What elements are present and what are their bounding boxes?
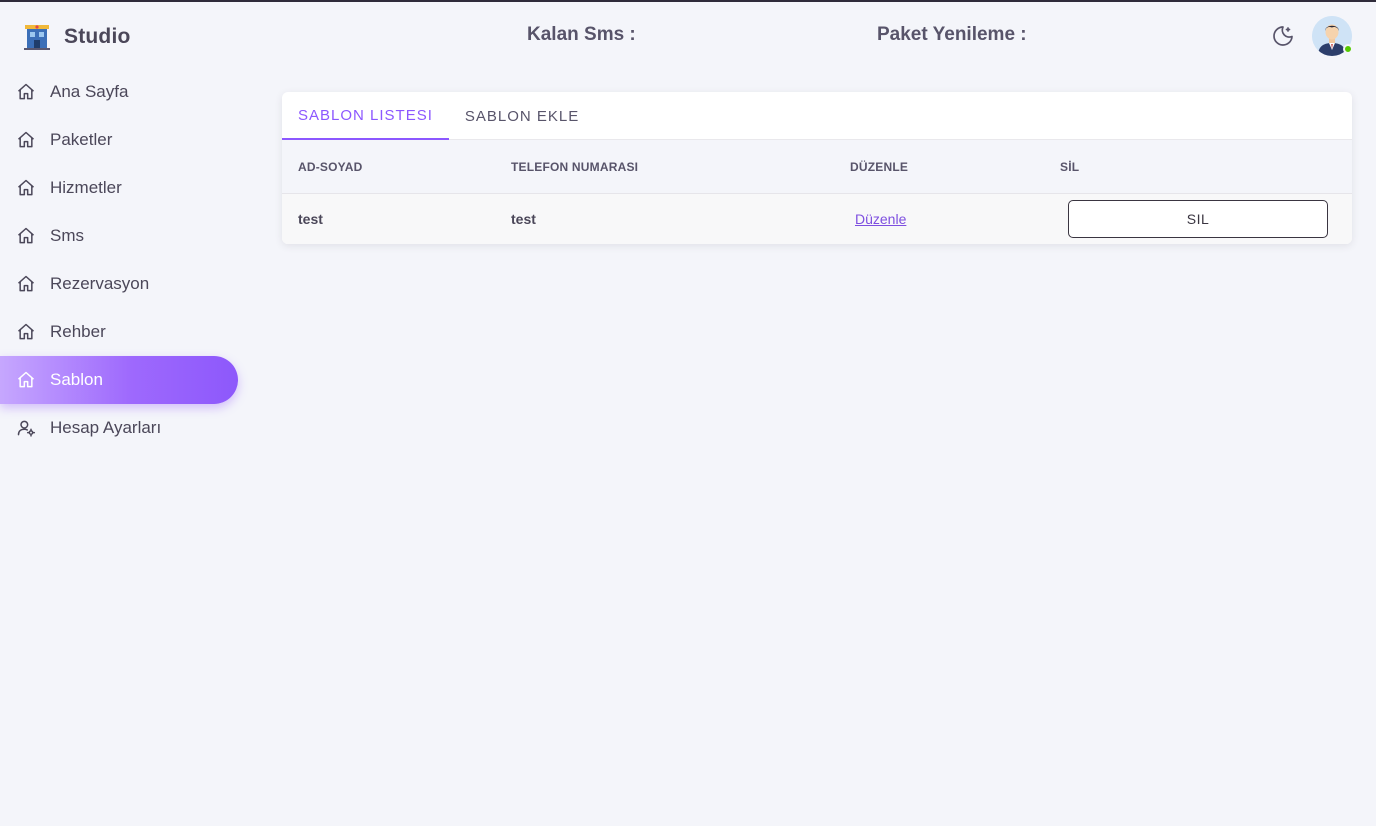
brand[interactable]: Studio — [22, 22, 131, 52]
home-icon — [16, 82, 36, 102]
home-icon — [16, 322, 36, 342]
home-icon — [16, 274, 36, 294]
column-header-name: AD-SOYAD — [298, 160, 363, 174]
table-header: AD-SOYAD TELEFON NUMARASI DÜZENLE SİL — [282, 140, 1352, 194]
sidebar-item-sablon[interactable]: Sablon — [0, 356, 238, 404]
brand-name: Studio — [64, 25, 131, 48]
remaining-sms-label: Kalan Sms : — [527, 24, 636, 45]
template-card: SABLON LISTESI SABLON EKLE AD-SOYAD TELE… — [282, 92, 1352, 244]
sidebar-item-label: Paketler — [50, 130, 113, 149]
table-row: test test Düzenle SIL — [282, 194, 1352, 244]
sidebar-item-sms[interactable]: Sms — [0, 212, 238, 260]
package-renewal-label: Paket Yenileme : — [877, 24, 1027, 45]
sidebar-item-label: Ana Sayfa — [50, 82, 129, 101]
sidebar-item-label: Rezervasyon — [50, 274, 150, 293]
home-icon — [16, 370, 36, 390]
home-icon — [16, 178, 36, 198]
moon-icon[interactable] — [1271, 24, 1295, 48]
sidebar-item-label: Rehber — [50, 322, 106, 341]
tab-sablon-ekle[interactable]: SABLON EKLE — [449, 92, 595, 140]
home-icon — [16, 226, 36, 246]
avatar[interactable] — [1312, 16, 1353, 56]
sidebar-nav: Ana Sayfa Paketler Hizmetler Sms Rezerva… — [0, 68, 238, 452]
home-icon — [16, 130, 36, 150]
sidebar-item-hizmetler[interactable]: Hizmetler — [0, 164, 238, 212]
sidebar-item-label: Hesap Ayarları — [50, 418, 162, 437]
column-header-phone: TELEFON NUMARASI — [511, 160, 639, 174]
cell-name: test — [298, 211, 323, 227]
edit-link[interactable]: Düzenle — [855, 194, 906, 244]
sidebar-item-paketler[interactable]: Paketler — [0, 116, 238, 164]
sidebar-item-rezervasyon[interactable]: Rezervasyon — [0, 260, 238, 308]
sidebar-item-label: Sablon — [50, 370, 103, 389]
column-header-edit: DÜZENLE — [850, 160, 909, 174]
cell-phone: test — [511, 211, 536, 227]
tabs: SABLON LISTESI SABLON EKLE — [282, 92, 1352, 140]
column-header-delete: SİL — [1060, 160, 1080, 174]
sidebar-item-rehber[interactable]: Rehber — [0, 308, 238, 356]
sidebar-item-label: Hizmetler — [50, 178, 122, 197]
user-settings-icon — [16, 418, 36, 438]
online-status-badge — [1343, 44, 1353, 54]
tab-sablon-listesi[interactable]: SABLON LISTESI — [282, 92, 449, 140]
sidebar-item-label: Sms — [50, 226, 84, 245]
sidebar-item-hesap-ayarlari[interactable]: Hesap Ayarları — [0, 404, 238, 452]
sidebar-item-ana-sayfa[interactable]: Ana Sayfa — [0, 68, 238, 116]
sidebar: Studio Ana Sayfa Paketler Hizmetler Sms … — [0, 2, 260, 826]
delete-button[interactable]: SIL — [1068, 200, 1328, 238]
studio-logo-icon — [22, 22, 52, 52]
